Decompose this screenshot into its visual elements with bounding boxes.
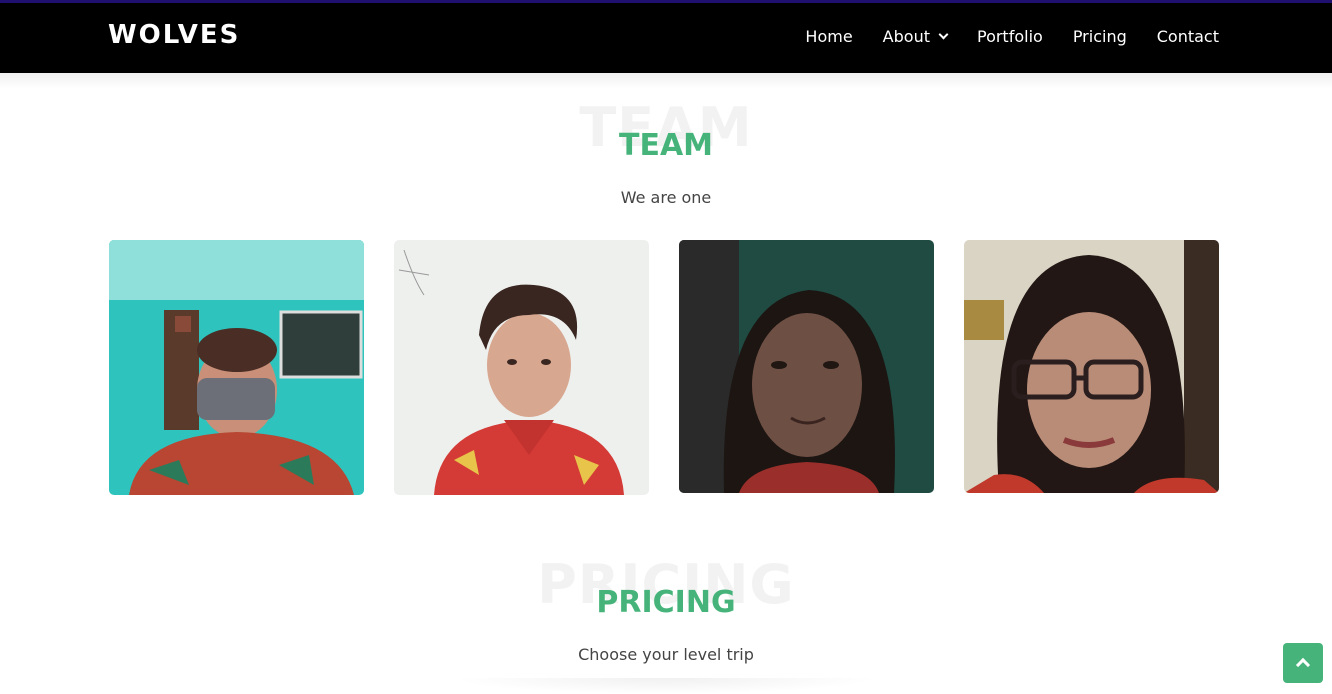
nav-pricing-label: Pricing: [1072, 27, 1127, 46]
nav-portfolio[interactable]: Portfolio: [977, 27, 1043, 46]
team-member-1: [109, 240, 364, 495]
site-header: WOLVES Home About Portfolio Pricing Cont…: [0, 3, 1332, 73]
nav-portfolio-label: Portfolio: [976, 27, 1043, 46]
nav-home[interactable]: Home: [805, 27, 852, 46]
member-2-photo: [394, 240, 649, 495]
nav-about[interactable]: About: [882, 27, 949, 46]
member-3-photo: [679, 240, 934, 493]
nav-contact[interactable]: Contact: [1157, 27, 1219, 46]
chevron-up-icon: [1295, 657, 1311, 673]
chevron-down-icon: [938, 29, 949, 40]
team-member-2: [394, 240, 649, 495]
member-1-photo: [109, 240, 364, 495]
pricing-card-shadow: [450, 678, 880, 694]
back-to-top-button[interactable]: [1283, 643, 1323, 683]
nav-about-label: About: [882, 27, 930, 46]
team-member-4: [964, 240, 1219, 493]
nav-contact-label: Contact: [1156, 27, 1219, 46]
site-logo[interactable]: WOLVES: [108, 20, 240, 50]
member-4-photo: [964, 240, 1219, 493]
team-title: TEAM: [618, 128, 714, 163]
main-nav: Home About Portfolio Pricing Contact: [805, 27, 1219, 46]
nav-pricing[interactable]: Pricing: [1073, 27, 1127, 46]
header-shadow: [0, 73, 1332, 89]
pricing-title: PRICING: [596, 585, 736, 620]
team-grid: [109, 240, 1219, 495]
team-member-3: [679, 240, 934, 493]
nav-home-label: Home: [805, 27, 853, 46]
pricing-subtitle: Choose your level trip: [578, 645, 754, 664]
team-subtitle: We are one: [620, 188, 712, 207]
